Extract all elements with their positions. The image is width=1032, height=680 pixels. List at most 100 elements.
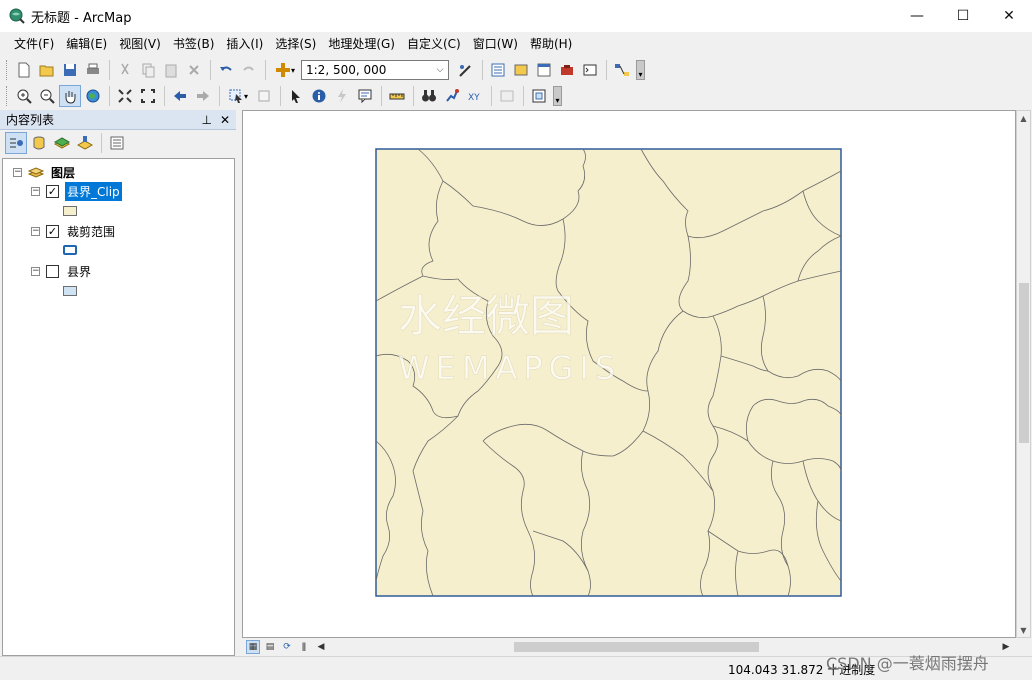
search-window-icon[interactable]	[533, 59, 555, 81]
save-icon[interactable]	[59, 59, 81, 81]
scroll-left-icon[interactable]: ◀	[314, 640, 328, 654]
layers-stack-icon	[28, 167, 44, 178]
find-binoculars-icon[interactable]	[418, 85, 440, 107]
delete-icon[interactable]	[183, 59, 205, 81]
pin-icon[interactable]: ⊥	[201, 113, 211, 127]
layer-name[interactable]: 县界_Clip	[65, 181, 122, 201]
visibility-checkbox[interactable]: ✓	[46, 224, 59, 238]
menu-view[interactable]: 视图(V)	[113, 34, 167, 54]
horizontal-scroll-thumb[interactable]	[514, 641, 759, 652]
layer-row-clip-extent[interactable]: − ✓ 裁剪范围	[31, 222, 117, 240]
visibility-checkbox[interactable]: ✓	[46, 184, 59, 198]
map-scale-dropdown[interactable]: 1:2, 500, 000 ⌵	[301, 60, 449, 80]
clear-selection-icon[interactable]	[253, 85, 275, 107]
menu-insert[interactable]: 插入(I)	[220, 34, 269, 54]
full-extent-globe-icon[interactable]	[82, 85, 104, 107]
pan-hand-icon[interactable]	[59, 85, 81, 107]
zoom-out-icon[interactable]	[36, 85, 58, 107]
toc-close-icon[interactable]: ✕	[220, 113, 230, 127]
refresh-icon[interactable]: ⟳	[280, 640, 294, 654]
cut-icon[interactable]	[114, 59, 136, 81]
toolbar-separator	[219, 86, 220, 106]
layer-row-county[interactable]: − 县界	[31, 262, 93, 280]
layer-name[interactable]: 县界	[65, 262, 93, 281]
html-popup-icon[interactable]	[354, 85, 376, 107]
menu-help[interactable]: 帮助(H)	[524, 34, 578, 54]
map-vertical-scrollbar[interactable]: ▲ ▼	[1016, 110, 1031, 638]
zoom-in-icon[interactable]	[13, 85, 35, 107]
polygon-symbol-swatch[interactable]	[63, 245, 77, 255]
undo-icon[interactable]	[215, 59, 237, 81]
collapse-toggle[interactable]: −	[31, 226, 40, 236]
scroll-down-icon[interactable]: ▼	[1017, 623, 1030, 637]
menu-file[interactable]: 文件(F)	[8, 34, 60, 54]
identify-icon[interactable]	[308, 85, 330, 107]
toolbar-grip[interactable]	[6, 60, 10, 80]
fixed-zoom-in-icon[interactable]	[114, 85, 136, 107]
arctoolbox-icon[interactable]	[556, 59, 578, 81]
menu-bar: 文件(F) 编辑(E) 视图(V) 书签(B) 插入(I) 选择(S) 地理处理…	[0, 32, 1032, 56]
list-by-drawing-order-icon[interactable]	[5, 132, 27, 154]
add-data-icon[interactable]: ▾	[270, 59, 300, 81]
collapse-toggle[interactable]: −	[31, 186, 40, 196]
layout-view-icon[interactable]: ▤	[263, 640, 277, 654]
redo-icon[interactable]	[238, 59, 260, 81]
go-to-xy-icon[interactable]: XY	[464, 85, 486, 107]
open-folder-icon[interactable]	[36, 59, 58, 81]
editor-toolbar-icon[interactable]	[455, 59, 477, 81]
measure-icon[interactable]	[386, 85, 408, 107]
create-viewer-window-icon[interactable]	[528, 85, 550, 107]
paste-icon[interactable]	[160, 59, 182, 81]
new-document-icon[interactable]	[13, 59, 35, 81]
close-button[interactable]: ✕	[986, 0, 1032, 32]
pause-drawing-icon[interactable]: ǁ	[297, 640, 311, 654]
table-of-contents-icon[interactable]	[487, 59, 509, 81]
forward-extent-icon[interactable]	[192, 85, 214, 107]
scroll-up-icon[interactable]: ▲	[1017, 111, 1030, 125]
hyperlink-lightning-icon[interactable]	[331, 85, 353, 107]
time-slider-icon[interactable]	[496, 85, 518, 107]
polygon-symbol-swatch[interactable]	[63, 286, 77, 296]
layers-root-label: 图层	[51, 165, 76, 180]
toolbar-overflow-icon[interactable]: ▾	[636, 60, 645, 80]
toolbar-separator	[109, 86, 110, 106]
list-by-source-icon[interactable]	[28, 132, 50, 154]
catalog-icon[interactable]	[510, 59, 532, 81]
copy-icon[interactable]	[137, 59, 159, 81]
polygon-symbol-swatch[interactable]	[63, 206, 77, 216]
csdn-watermark: CSDN @一蓑烟雨摆舟	[826, 654, 989, 673]
collapse-toggle[interactable]: −	[13, 167, 22, 177]
map-canvas[interactable]: 水经微图 WEMAPGIS	[243, 111, 1015, 637]
print-icon[interactable]	[82, 59, 104, 81]
menu-edit[interactable]: 编辑(E)	[60, 34, 113, 54]
menu-customize[interactable]: 自定义(C)	[401, 34, 467, 54]
menu-geoprocessing[interactable]: 地理处理(G)	[322, 34, 401, 54]
fixed-zoom-out-icon[interactable]	[137, 85, 159, 107]
scroll-right-icon[interactable]: ▶	[999, 640, 1013, 654]
modelbuilder-icon[interactable]	[611, 59, 633, 81]
layer-row-county-clip[interactable]: − ✓ 县界_Clip	[31, 181, 122, 201]
vertical-scroll-thumb[interactable]	[1019, 283, 1029, 443]
layer-name[interactable]: 裁剪范围	[65, 222, 117, 241]
menu-bookmarks[interactable]: 书签(B)	[167, 34, 221, 54]
list-by-visibility-icon[interactable]	[51, 132, 73, 154]
data-view-icon[interactable]: ▦	[246, 639, 260, 654]
back-extent-icon[interactable]	[169, 85, 191, 107]
chevron-down-icon[interactable]: ⌵	[432, 61, 448, 79]
menu-selection[interactable]: 选择(S)	[269, 34, 322, 54]
select-features-icon[interactable]: ▾	[224, 85, 252, 107]
options-icon[interactable]	[106, 132, 128, 154]
list-by-selection-icon[interactable]	[74, 132, 96, 154]
maximize-button[interactable]: ☐	[940, 0, 986, 32]
menu-windows[interactable]: 窗口(W)	[467, 34, 524, 54]
toolbar-grip[interactable]	[6, 86, 10, 106]
map-display[interactable]: 水经微图 WEMAPGIS	[242, 110, 1016, 638]
toolbar-overflow-icon[interactable]: ▾	[553, 86, 562, 106]
select-elements-arrow-icon[interactable]	[285, 85, 307, 107]
visibility-checkbox[interactable]	[46, 264, 59, 278]
layers-root-row[interactable]: − 图层	[13, 163, 77, 181]
collapse-toggle[interactable]: −	[31, 266, 40, 276]
minimize-button[interactable]: —	[894, 0, 940, 32]
find-route-icon[interactable]	[441, 85, 463, 107]
python-window-icon[interactable]	[579, 59, 601, 81]
